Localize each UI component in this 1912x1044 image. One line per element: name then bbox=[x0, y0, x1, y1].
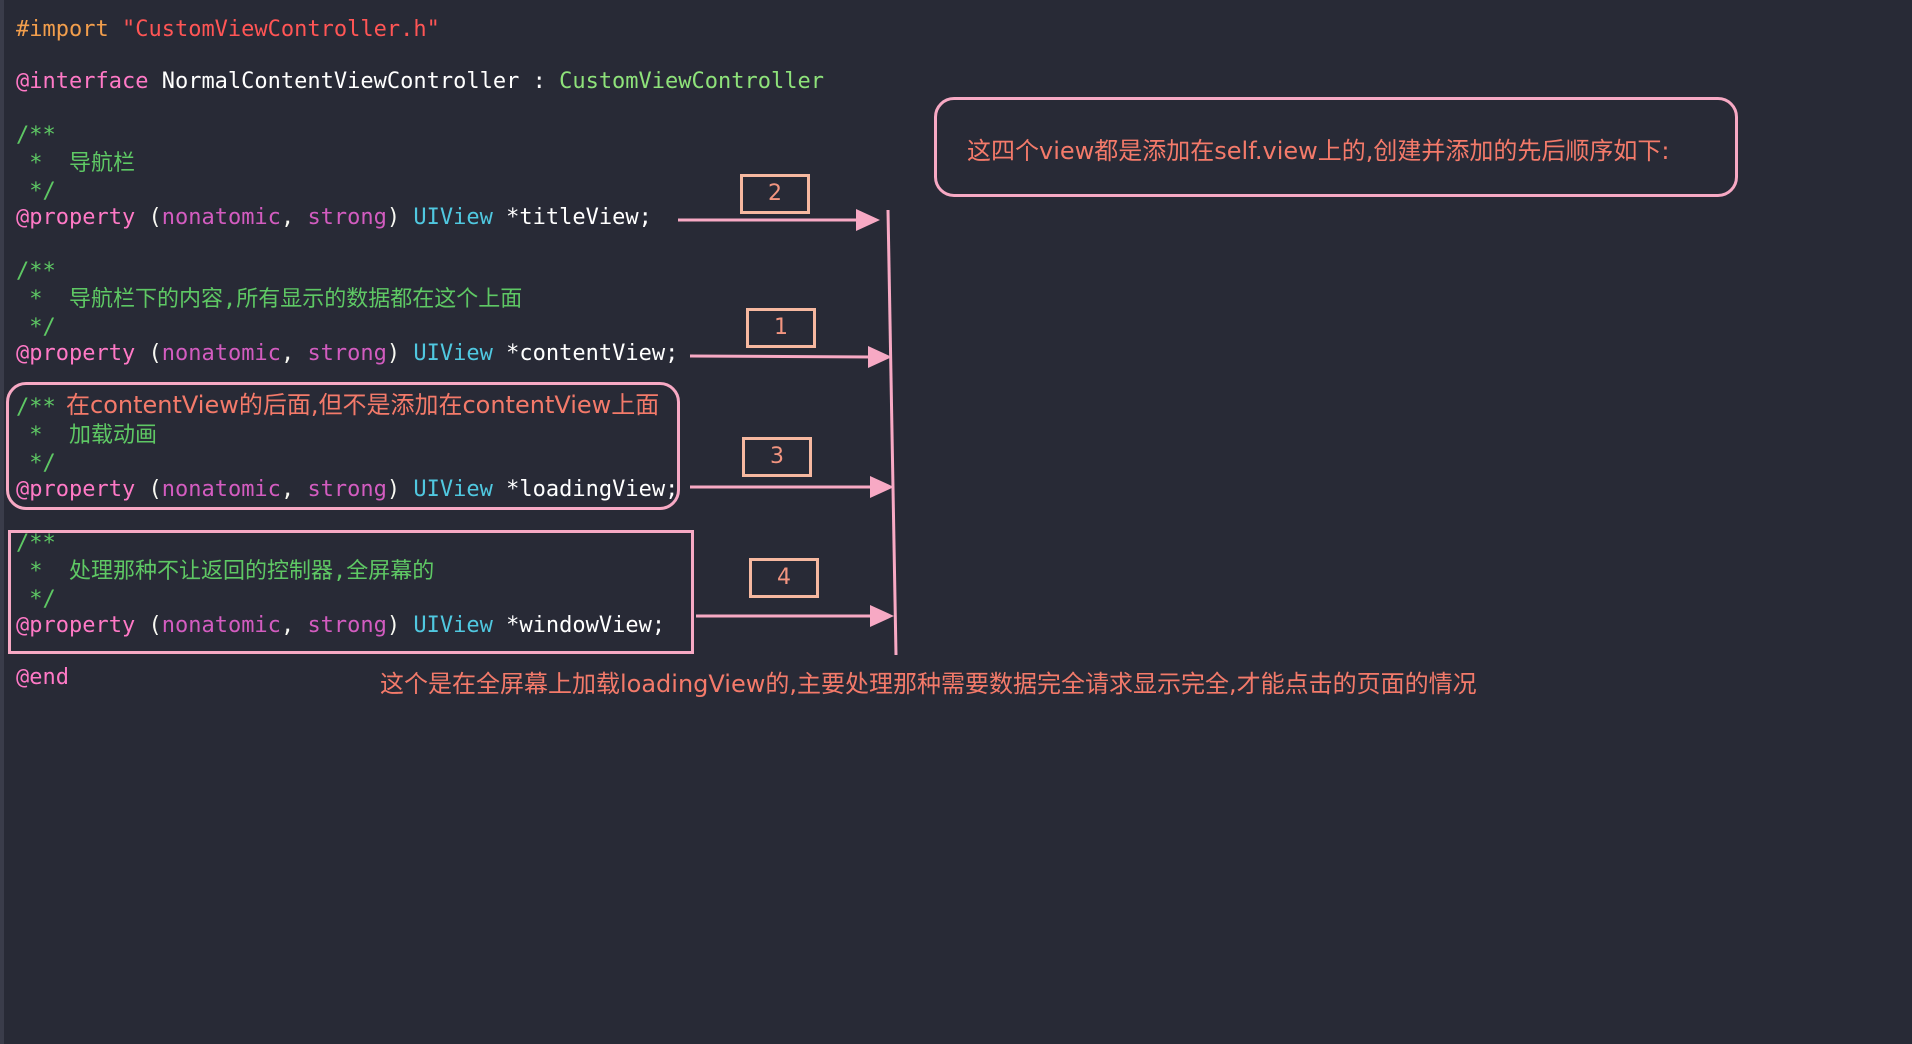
vertical-order-line bbox=[886, 209, 898, 656]
code-editor: #import "CustomViewController.h" @interf… bbox=[0, 0, 1912, 1044]
arrow-content-head bbox=[868, 346, 892, 368]
annotation-arrows bbox=[678, 209, 898, 656]
arrow-loading-head bbox=[870, 476, 894, 498]
arrow-content-line bbox=[689, 354, 873, 359]
arrow-title-head bbox=[856, 209, 880, 231]
arrow-window-head bbox=[870, 605, 894, 627]
